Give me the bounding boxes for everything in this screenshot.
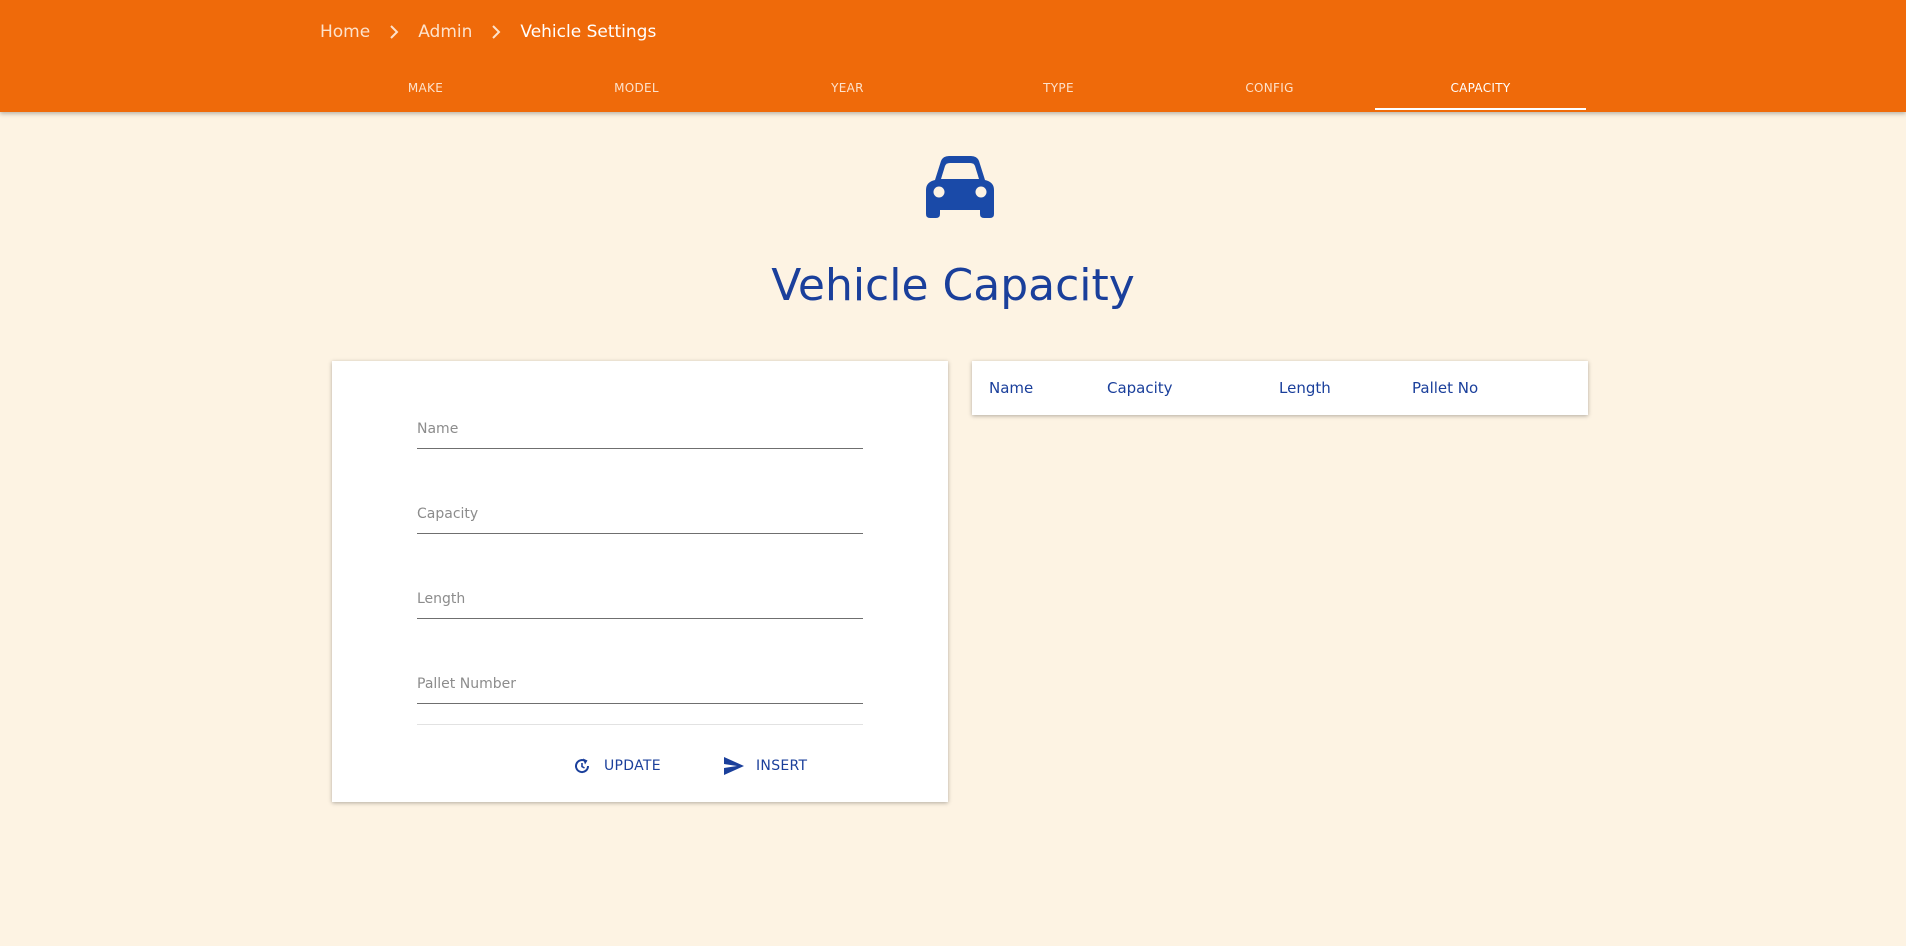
update-label: UPDATE bbox=[604, 758, 661, 774]
column-header-capacity[interactable]: Capacity bbox=[1107, 361, 1173, 415]
breadcrumb-admin[interactable]: Admin bbox=[418, 22, 472, 42]
tab-make[interactable]: MAKE bbox=[320, 64, 531, 112]
page-title: Vehicle Capacity bbox=[771, 260, 1135, 311]
breadcrumb: Home Admin Vehicle Settings bbox=[320, 20, 656, 44]
tab-bar: MAKE MODEL YEAR TYPE CONFIG CAPACITY bbox=[320, 64, 1586, 112]
tab-model[interactable]: MODEL bbox=[531, 64, 742, 112]
capacity-input[interactable] bbox=[417, 494, 863, 534]
tab-year[interactable]: YEAR bbox=[742, 64, 953, 112]
pallet-number-field bbox=[417, 664, 863, 704]
refresh-icon bbox=[570, 754, 594, 778]
pallet-number-input[interactable] bbox=[417, 664, 863, 704]
chevron-right-icon bbox=[472, 20, 520, 44]
chevron-right-icon bbox=[370, 20, 418, 44]
name-field bbox=[417, 409, 863, 449]
tab-type[interactable]: TYPE bbox=[953, 64, 1164, 112]
tab-config[interactable]: CONFIG bbox=[1164, 64, 1375, 112]
top-app-bar: Home Admin Vehicle Settings MAKE MODEL Y… bbox=[0, 0, 1906, 112]
column-header-length[interactable]: Length bbox=[1279, 361, 1331, 415]
capacity-form-card: UPDATE INSERT bbox=[332, 361, 948, 802]
length-input[interactable] bbox=[417, 579, 863, 619]
column-header-name[interactable]: Name bbox=[989, 361, 1033, 415]
car-icon bbox=[923, 154, 997, 220]
send-icon bbox=[722, 754, 746, 778]
form-divider bbox=[417, 724, 863, 725]
capacity-table: Name Capacity Length Pallet No bbox=[972, 361, 1588, 415]
name-input[interactable] bbox=[417, 409, 863, 449]
tab-capacity[interactable]: CAPACITY bbox=[1375, 64, 1586, 112]
column-header-pallet-no[interactable]: Pallet No bbox=[1412, 361, 1478, 415]
insert-button[interactable]: INSERT bbox=[722, 748, 807, 784]
length-field bbox=[417, 579, 863, 619]
capacity-field bbox=[417, 494, 863, 534]
insert-label: INSERT bbox=[756, 758, 808, 774]
breadcrumb-home[interactable]: Home bbox=[320, 22, 370, 42]
update-button[interactable]: UPDATE bbox=[570, 748, 661, 784]
breadcrumb-current: Vehicle Settings bbox=[520, 22, 657, 42]
